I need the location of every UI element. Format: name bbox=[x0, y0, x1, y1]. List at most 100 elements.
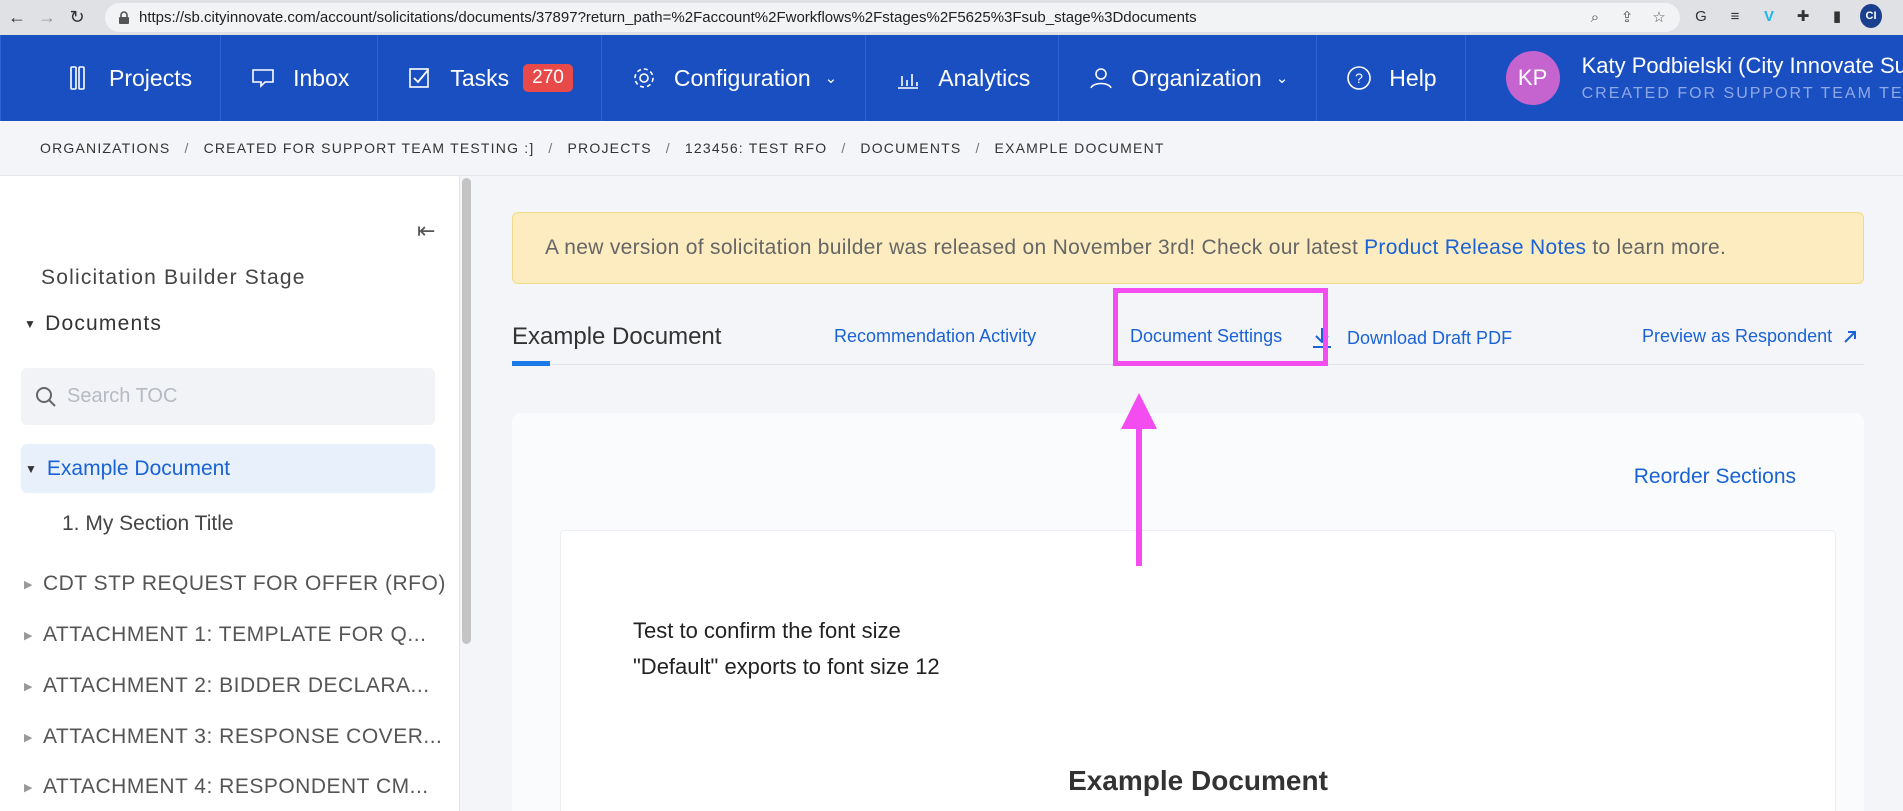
toc-section[interactable]: 1. My Section Title bbox=[62, 512, 234, 536]
star-icon[interactable]: ☆ bbox=[1650, 8, 1668, 26]
nav-analytics-label: Analytics bbox=[938, 64, 1031, 91]
toc-search[interactable] bbox=[21, 368, 435, 425]
caret-right-icon: ▶ bbox=[24, 629, 33, 642]
sidebar-icon[interactable]: ▮ bbox=[1826, 4, 1848, 28]
release-notes-link[interactable]: Product Release Notes bbox=[1364, 236, 1586, 260]
nav-inbox-label: Inbox bbox=[293, 64, 350, 91]
nav-analytics[interactable]: Analytics bbox=[866, 35, 1060, 121]
caret-right-icon: ▶ bbox=[24, 578, 33, 591]
breadcrumb-separator: / bbox=[975, 140, 981, 156]
svg-text:?: ? bbox=[1355, 70, 1363, 86]
annotation-arrow-head bbox=[1121, 393, 1157, 429]
breadcrumb-separator: / bbox=[548, 140, 554, 156]
toc-item-label: ATTACHMENT 3: RESPONSE COVER... bbox=[42, 725, 443, 748]
toc-item-label: ATTACHMENT 2: BIDDER DECLARA... bbox=[42, 674, 430, 697]
breadcrumb-project[interactable]: 123456: TEST RFO bbox=[685, 140, 827, 156]
stage-title: Solicitation Builder Stage bbox=[41, 266, 306, 289]
puzzle-icon[interactable]: ✚ bbox=[1792, 4, 1814, 28]
tasks-count-badge: 270 bbox=[523, 64, 573, 92]
banner-text-end: to learn more. bbox=[1592, 236, 1727, 259]
preview-label: Preview as Respondent bbox=[1642, 326, 1833, 346]
breadcrumb-organization[interactable]: CREATED FOR SUPPORT TEAM TESTING :] bbox=[204, 140, 535, 156]
annotation-highlight-box bbox=[1113, 288, 1328, 366]
nav-projects[interactable]: Projects bbox=[0, 35, 222, 121]
document-text-line: Test to confirm the font size bbox=[633, 618, 901, 643]
inbox-icon bbox=[252, 69, 274, 88]
caret-down-icon: ▼ bbox=[24, 317, 38, 331]
nav-tasks[interactable]: Tasks 270 bbox=[378, 35, 602, 121]
nav-organization[interactable]: Organization ⌄ bbox=[1059, 35, 1318, 121]
toc-item-active[interactable]: ▼ Example Document bbox=[21, 444, 435, 493]
reader-icon[interactable]: ≡ bbox=[1724, 4, 1746, 28]
release-banner: A new version of solicitation builder wa… bbox=[512, 212, 1864, 284]
chevron-down-icon: ⌄ bbox=[824, 70, 838, 87]
breadcrumb-separator: / bbox=[841, 140, 847, 156]
extension-g-icon[interactable]: G bbox=[1690, 4, 1712, 28]
documents-label: Documents bbox=[45, 312, 163, 335]
document-body[interactable]: Test to confirm the font size "Default" … bbox=[633, 613, 940, 685]
sidebar-scrollbar[interactable] bbox=[462, 178, 471, 644]
toc-item[interactable]: ▶ ATTACHMENT 1: TEMPLATE FOR Q... bbox=[24, 623, 426, 647]
documents-toggle[interactable]: ▼ Documents bbox=[24, 312, 162, 336]
organization-icon bbox=[1090, 68, 1113, 89]
back-icon[interactable]: ← bbox=[4, 5, 30, 31]
profile-icon[interactable]: CI bbox=[1860, 4, 1882, 28]
reorder-sections-button[interactable]: Reorder Sections bbox=[1634, 465, 1796, 489]
preview-as-respondent-button[interactable]: Preview as Respondent bbox=[1642, 326, 1858, 347]
toc-item-label: CDT STP REQUEST FOR OFFER (RFO) bbox=[42, 572, 446, 595]
download-draft-pdf-button[interactable]: Download Draft PDF bbox=[1311, 326, 1512, 350]
menu-icon[interactable]: ⋮ bbox=[1894, 4, 1903, 28]
browser-toolbar: ← → ↻ https://sb.cityinnovate.com/accoun… bbox=[0, 0, 1903, 35]
share-icon[interactable]: ⇪ bbox=[1618, 8, 1636, 26]
annotation-arrow-shaft bbox=[1136, 428, 1142, 566]
url-text: https://sb.cityinnovate.com/account/soli… bbox=[139, 9, 1197, 26]
tab-recommendation-activity[interactable]: Recommendation Activity bbox=[834, 326, 1036, 347]
download-label: Download Draft PDF bbox=[1347, 327, 1513, 348]
projects-icon bbox=[70, 66, 85, 90]
document-heading: Example Document bbox=[1068, 765, 1328, 796]
document-preview: Test to confirm the font size "Default" … bbox=[560, 530, 1836, 811]
nav-tasks-label: Tasks bbox=[450, 64, 510, 91]
user-menu[interactable]: KP Katy Podbielski (City Innovate Sup CR… bbox=[1466, 35, 1903, 121]
tab-document[interactable]: Example Document bbox=[512, 323, 721, 351]
vimeo-icon[interactable]: V bbox=[1758, 4, 1780, 28]
toc-item[interactable]: ▶ ATTACHMENT 4: RESPONDENT CM... bbox=[24, 775, 429, 799]
nav-inbox[interactable]: Inbox bbox=[221, 35, 379, 121]
caret-right-icon: ▶ bbox=[24, 781, 33, 794]
breadcrumb-current: EXAMPLE DOCUMENT bbox=[994, 140, 1165, 156]
breadcrumb-separator: / bbox=[665, 140, 671, 156]
nav-configuration[interactable]: Configuration ⌄ bbox=[602, 35, 867, 121]
toc-item[interactable]: ▶ ATTACHMENT 3: RESPONSE COVER... bbox=[24, 725, 442, 749]
reload-icon[interactable]: ↻ bbox=[64, 5, 90, 31]
nav-configuration-label: Configuration bbox=[673, 64, 811, 91]
banner-text: A new version of solicitation builder wa… bbox=[545, 236, 1359, 259]
caret-down-icon: ▼ bbox=[25, 461, 37, 476]
toc-sidebar: ⇤ Solicitation Builder Stage ▼ Documents… bbox=[0, 176, 460, 811]
nav-help-label: Help bbox=[1389, 64, 1437, 91]
breadcrumb: ORGANIZATIONS / CREATED FOR SUPPORT TEAM … bbox=[0, 121, 1903, 176]
forward-icon[interactable]: → bbox=[34, 5, 60, 31]
caret-right-icon: ▶ bbox=[24, 680, 33, 693]
breadcrumb-projects[interactable]: PROJECTS bbox=[568, 140, 652, 156]
collapse-sidebar-icon[interactable]: ⇤ bbox=[417, 218, 445, 243]
toc-item[interactable]: ▶ ATTACHMENT 2: BIDDER DECLARA... bbox=[24, 674, 430, 698]
address-bar[interactable]: https://sb.cityinnovate.com/account/soli… bbox=[105, 3, 1680, 32]
toc-item[interactable]: ▶ CDT STP REQUEST FOR OFFER (RFO) bbox=[24, 572, 446, 596]
tasks-icon bbox=[409, 68, 430, 88]
top-navigation: Projects Inbox Tasks 270 Configuration ⌄… bbox=[0, 35, 1903, 121]
toc-item-label: ATTACHMENT 4: RESPONDENT CM... bbox=[42, 775, 429, 798]
caret-right-icon: ▶ bbox=[24, 731, 33, 744]
zoom-icon[interactable]: ⌕ bbox=[1586, 8, 1604, 26]
avatar: KP bbox=[1505, 51, 1560, 105]
external-link-icon bbox=[1844, 330, 1857, 343]
nav-help[interactable]: ? Help bbox=[1317, 35, 1466, 121]
gear-icon bbox=[634, 68, 654, 88]
breadcrumb-organizations[interactable]: ORGANIZATIONS bbox=[40, 140, 170, 156]
user-organization: CREATED FOR SUPPORT TEAM TESTING : bbox=[1581, 85, 1903, 102]
nav-organization-label: Organization bbox=[1131, 64, 1262, 91]
lock-icon bbox=[119, 10, 129, 24]
breadcrumb-documents[interactable]: DOCUMENTS bbox=[860, 140, 961, 156]
chevron-down-icon: ⌄ bbox=[1275, 70, 1289, 87]
analytics-icon bbox=[898, 74, 919, 89]
toc-search-input[interactable] bbox=[67, 385, 407, 408]
